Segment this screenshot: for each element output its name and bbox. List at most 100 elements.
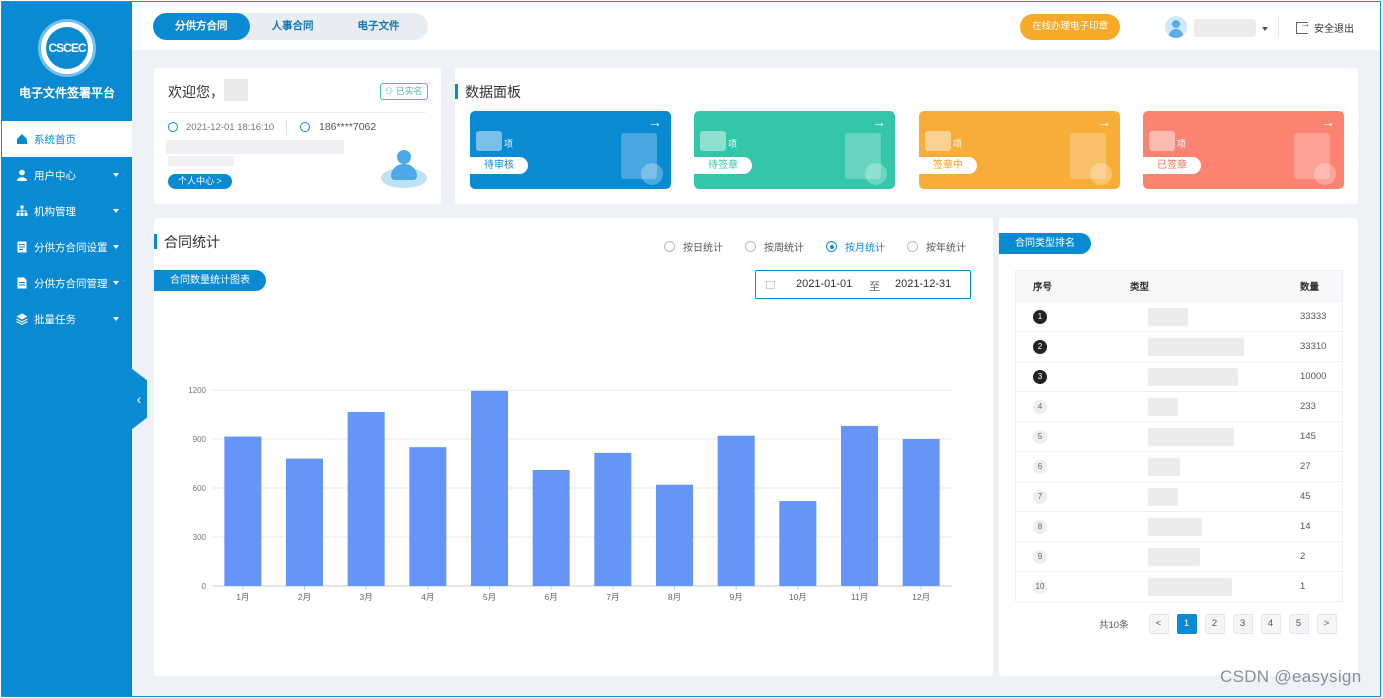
contract-type-redacted [1148,488,1178,506]
sidebar-item-user-center[interactable]: 用户中心 [2,157,132,193]
rank-count: 33333 [1300,311,1327,322]
sidebar-menu: 系统首页 用户中心 机构管理 分供方合同设置 分供方合同管理 批量任务 [2,121,132,337]
chevron-down-icon [113,173,119,177]
document-seal-icon [1294,133,1336,185]
rank-count: 27 [1300,461,1311,472]
y-tick-label: 900 [193,435,207,444]
arrow-right-icon[interactable]: → [872,114,886,130]
login-time: 2021-12-01 18:16:10 [186,122,275,133]
sidebar-collapse-button[interactable]: ‹ [131,368,147,430]
chart-tab[interactable]: 合同数量统计图表 [154,270,266,291]
date-start[interactable]: 2021-01-01 [796,278,852,290]
next-page-button[interactable]: > [1316,614,1337,634]
stat-card-pending-review[interactable]: 项 待审核 → [470,111,671,189]
contract-type-redacted [1148,368,1238,386]
stat-unit: 项 [953,139,963,149]
sidebar-item-org[interactable]: 机构管理 [2,193,132,229]
sidebar-item-contract-manage[interactable]: 分供方合同管理 [2,265,132,301]
arrow-right-icon[interactable]: → [1097,114,1111,130]
contract-stats-title: 合同统计 [154,232,220,252]
chevron-left-icon: ‹ [136,391,142,407]
bar-3 [347,412,385,586]
contract-type-redacted [1148,308,1188,326]
radio-weekly[interactable]: 按周统计 [745,239,804,254]
chevron-down-icon [113,245,119,249]
page-5-button[interactable]: 5 [1288,614,1309,634]
table-row: 1 33333 [1016,301,1342,331]
verified-label: 已实名 [395,86,423,96]
tab-e-document[interactable]: 电子文件 [336,13,422,40]
tab-hr-contract[interactable]: 人事合同 [250,13,336,40]
online-seal-button[interactable]: 在线办理电子印章 [1020,14,1120,40]
user-name-redacted [224,79,248,101]
clock-icon [168,122,178,132]
verified-badge: ⚇ 已实名 [380,83,428,100]
rank-count: 1 [1300,581,1306,592]
watermark: CSDN @easysign [1220,667,1362,686]
home-icon [17,134,27,144]
radio-label: 按日统计 [683,243,723,254]
rank-badge: 9 [1033,549,1047,564]
contract-type-ranking-card: 合同类型排名 序号 类型 数量 1 33333 2 33310 3 10000 4 233 5 1… [999,218,1358,676]
sidebar-item-contract-settings[interactable]: 分供方合同设置 [2,229,132,265]
sidebar-item-label: 分供方合同管理 [34,277,108,290]
stat-card-pending-sign[interactable]: 项 待签章 → [694,111,895,189]
bar-6 [532,470,570,586]
sidebar-item-home[interactable]: 系统首页 [2,121,132,157]
page-3-button[interactable]: 3 [1232,614,1253,634]
stat-card-signing[interactable]: 项 签章中 → [919,111,1120,189]
page-1-button[interactable]: 1 [1176,614,1197,634]
bar-4 [409,447,447,586]
y-tick-label: 0 [202,582,207,591]
stat-unit: 项 [504,139,514,149]
logout-button[interactable]: 安全退出 [1296,18,1354,35]
stat-count-redacted [476,131,502,151]
table-row: 6 27 [1016,451,1342,481]
rank-badge: 3 [1033,369,1047,384]
tab-subcontract[interactable]: 分供方合同 [153,13,250,40]
sidebar-item-batch[interactable]: 批量任务 [2,301,132,337]
chevron-down-icon [113,317,119,321]
arrow-right-icon[interactable]: → [648,114,662,130]
contract-type-redacted [1148,578,1232,596]
contract-manage-icon [17,277,27,289]
stat-label: 待签章 [694,157,752,174]
x-tick-label: 6月 [545,592,558,602]
radio-daily[interactable]: 按日统计 [664,239,723,254]
radio-yearly[interactable]: 按年统计 [907,239,966,254]
header-type: 类型 [1130,282,1150,293]
rank-badge: 5 [1033,429,1047,444]
x-tick-label: 5月 [483,592,496,602]
rank-count: 45 [1300,491,1311,502]
divider [168,112,426,113]
contract-type-redacted [1148,458,1180,476]
document-edit-icon [1070,133,1112,185]
chevron-down-icon[interactable] [1262,27,1268,31]
personal-center-button[interactable]: 个人中心 > [168,174,232,189]
bar-12 [902,439,940,586]
bar-1 [224,436,262,586]
page-2-button[interactable]: 2 [1204,614,1225,634]
pagination: 共10条 < 1 2 3 4 5 > [1099,614,1345,634]
radio-monthly[interactable]: 按月统计 [826,239,885,254]
bar-9 [717,435,755,586]
x-tick-label: 1月 [236,592,249,602]
divider [1278,17,1279,37]
x-tick-label: 12月 [912,592,930,602]
contract-type-redacted [1148,398,1178,416]
stat-card-signed[interactable]: 项 已签章 → [1143,111,1344,189]
x-tick-label: 2月 [298,592,311,602]
contract-type-redacted [1148,548,1200,566]
contract-bar-chart: 0 300 600 900 1200 1月 2月 3月 4月 5月 6月 7月 8月 9月 10月 11月 12… [188,386,952,602]
date-end[interactable]: 2021-12-31 [895,278,951,290]
header-count: 数量 [1300,282,1320,293]
bar-8 [656,484,693,586]
data-panel-title: 数据面板 [455,82,521,102]
prev-page-button[interactable]: < [1148,614,1169,634]
avatar[interactable] [1165,16,1187,38]
date-range-picker[interactable]: 2021-01-01 至 2021-12-31 [755,270,971,299]
arrow-right-icon[interactable]: → [1321,114,1335,130]
page-4-button[interactable]: 4 [1260,614,1281,634]
stat-label: 待审核 [470,157,528,174]
user-name-redacted[interactable] [1194,19,1256,37]
